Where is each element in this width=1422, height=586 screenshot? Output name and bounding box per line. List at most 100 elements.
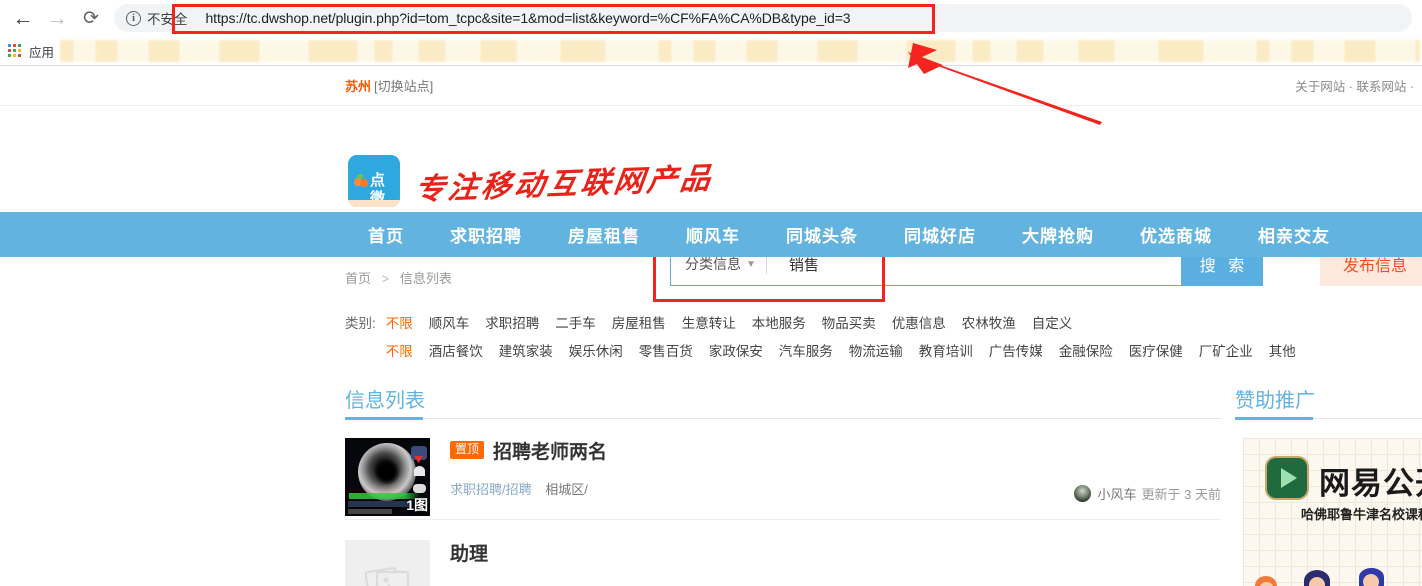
list-section-rule <box>345 418 1221 419</box>
filter-items-secondary: 不限 酒店餐饮 建筑家装 娱乐休闲 零售百货 家政保安 汽车服务 物流运输 教育… <box>386 340 1312 360</box>
nav-item-headlines[interactable]: 同城头条 <box>763 212 881 257</box>
listing-title[interactable]: 招聘老师两名 <box>493 437 607 464</box>
category-filters: 类别: 不限 顺风车 求职招聘 二手车 房屋租售 生意转让 本地服务 物品买卖 … <box>345 312 1305 368</box>
list-item[interactable]: 助理 <box>345 540 1221 586</box>
bookmarks-bar[interactable]: 应用 <box>0 36 1422 66</box>
filter-item-business-transfer[interactable]: 生意转让 <box>682 312 736 332</box>
switch-site-link[interactable]: [切换站点] <box>374 76 433 95</box>
thumbnail-info-bar <box>348 501 412 507</box>
subfilter-item-logistics[interactable]: 物流运输 <box>849 340 903 360</box>
city-selector[interactable]: 苏州 [切换站点] <box>345 66 433 105</box>
listing-body: 助理 <box>450 540 1221 586</box>
site-logo[interactable]: 点微 专注移动互联网产品 <box>348 155 715 207</box>
subfilter-item-hotel-dining[interactable]: 酒店餐饮 <box>429 340 483 360</box>
listing-region[interactable]: 相城区/ <box>545 482 588 497</box>
subfilter-item-other[interactable]: 其他 <box>1269 340 1296 360</box>
reload-icon[interactable]: ⟳ <box>74 1 108 35</box>
list-section-underline <box>345 417 423 420</box>
back-arrow-icon[interactable]: ← <box>6 1 40 35</box>
thumbnail-badge-icon <box>411 446 427 460</box>
subfilter-item-education[interactable]: 教育培训 <box>919 340 973 360</box>
listing-title[interactable]: 助理 <box>450 539 488 566</box>
security-status-label: 不安全 <box>147 12 188 27</box>
filter-item-usedcar[interactable]: 二手车 <box>555 312 596 332</box>
listing-updated: 更新于 3 天前 <box>1141 487 1221 502</box>
sponsor-section-underline <box>1235 417 1313 420</box>
breadcrumb: 首页 > 信息列表 <box>345 268 452 287</box>
subfilter-item-entertainment[interactable]: 娱乐休闲 <box>569 340 623 360</box>
page-content: 苏州 [切换站点] 关于网站 · 联系网站 · 点微 专注移动互联网产品 分类信… <box>0 66 1422 586</box>
status-badge: 置顶 <box>450 441 485 459</box>
nav-item-dating[interactable]: 相亲交友 <box>1235 212 1353 257</box>
listing-category[interactable]: 求职招聘/招聘 <box>450 482 532 497</box>
subfilter-item-retail[interactable]: 零售百货 <box>639 340 693 360</box>
filter-item-agriculture[interactable]: 农林牧渔 <box>962 312 1016 332</box>
listing-divider <box>345 519 1221 520</box>
subfilter-item-all[interactable]: 不限 <box>386 340 413 360</box>
nav-item-jobs[interactable]: 求职招聘 <box>427 212 545 257</box>
main-navigation[interactable]: 首页 求职招聘 房屋租售 顺风车 同城头条 同城好店 大牌抢购 优选商城 相亲交… <box>0 212 1422 257</box>
logo-slogan: 专注移动互联网产品 <box>412 162 716 207</box>
filter-items-primary: 不限 顺风车 求职招聘 二手车 房屋租售 生意转让 本地服务 物品买卖 优惠信息… <box>386 312 1089 332</box>
subfilter-item-auto-services[interactable]: 汽车服务 <box>779 340 833 360</box>
subfilter-item-housekeeping[interactable]: 家政保安 <box>709 340 763 360</box>
listing-author[interactable]: 小风车 <box>1098 484 1137 503</box>
blurred-bookmarks[interactable] <box>60 40 1420 62</box>
address-bar[interactable]: i 不安全 https://tc.dwshop.net/plugin.php?i… <box>114 4 1412 32</box>
listing-title-row: 置顶 招聘老师两名 <box>450 437 1221 464</box>
nav-item-shops[interactable]: 同城好店 <box>881 212 999 257</box>
filter-label: 类别: <box>345 316 376 331</box>
listing-title-row: 助理 <box>450 539 1221 566</box>
nav-list: 首页 求职招聘 房屋租售 顺风车 同城头条 同城好店 大牌抢购 优选商城 相亲交… <box>345 212 1353 257</box>
url-text: https://tc.dwshop.net/plugin.php?id=tom_… <box>205 10 851 26</box>
logo-footer-stripe <box>348 200 400 207</box>
subfilter-item-construction[interactable]: 建筑家装 <box>499 340 553 360</box>
nav-item-mall[interactable]: 优选商城 <box>1117 212 1235 257</box>
filter-item-deals[interactable]: 优惠信息 <box>892 312 946 332</box>
image-placeholder-icon <box>363 566 409 586</box>
nav-item-carpool[interactable]: 顺风车 <box>663 212 763 257</box>
ad-illustration-person <box>1249 574 1301 586</box>
heart-icon <box>414 466 425 476</box>
subfilter-item-industrial[interactable]: 厂矿企业 <box>1199 340 1253 360</box>
filter-item-custom[interactable]: 自定义 <box>1032 312 1073 332</box>
nav-item-housing[interactable]: 房屋租售 <box>545 212 663 257</box>
filter-item-all[interactable]: 不限 <box>386 312 413 332</box>
comment-icon <box>413 484 426 493</box>
ad-brand-name: 网易公开课 <box>1319 466 1422 501</box>
breadcrumb-home[interactable]: 首页 <box>345 271 371 286</box>
subfilter-item-advertising[interactable]: 广告传媒 <box>989 340 1043 360</box>
logo-mark-icon: 点微 <box>348 155 400 207</box>
sponsor-section-title: 赞助推广 <box>1235 390 1315 412</box>
filter-item-goods-trade[interactable]: 物品买卖 <box>822 312 876 332</box>
filter-item-jobs[interactable]: 求职招聘 <box>485 312 539 332</box>
image-count-badge: 1图 <box>406 497 428 513</box>
ad-illustration-person <box>1351 568 1407 586</box>
site-topbar: 苏州 [切换站点] 关于网站 · 联系网站 · <box>0 66 1422 106</box>
listing-thumbnail-placeholder[interactable] <box>345 540 430 586</box>
listing-thumbnail[interactable]: 1图 <box>345 438 430 516</box>
subfilter-item-healthcare[interactable]: 医疗保健 <box>1129 340 1183 360</box>
list-item[interactable]: 1图 置顶 招聘老师两名 求职招聘/招聘 相城区/ 小风车 更新于 3 天前 <box>345 438 1221 516</box>
topbar-links[interactable]: 关于网站 · 联系网站 · <box>1295 66 1414 105</box>
apps-label[interactable]: 应用 <box>29 42 54 61</box>
info-circle-icon[interactable]: i <box>126 10 141 26</box>
filter-item-carpool[interactable]: 顺风车 <box>429 312 470 332</box>
fruit-icon <box>354 174 369 187</box>
sponsor-ad-banner[interactable]: 网易公开课 哈佛耶鲁牛津名校课程 <box>1243 438 1422 586</box>
browser-toolbar: ← → ⟳ i 不安全 https://tc.dwshop.net/plugin… <box>0 0 1422 36</box>
forward-arrow-icon[interactable]: → <box>40 1 74 35</box>
subfilter-item-finance[interactable]: 金融保险 <box>1059 340 1113 360</box>
apps-grid-icon[interactable] <box>8 44 22 58</box>
filter-item-local-services[interactable]: 本地服务 <box>752 312 806 332</box>
thumbnail-footer-bar <box>348 509 392 514</box>
url-input[interactable]: https://tc.dwshop.net/plugin.php?id=tom_… <box>194 4 1411 32</box>
filter-item-housing[interactable]: 房屋租售 <box>612 312 666 332</box>
avatar <box>1073 485 1091 502</box>
breadcrumb-separator: > <box>381 271 390 286</box>
listing-author-block: 小风车 更新于 3 天前 <box>1073 484 1221 503</box>
breadcrumb-current: 信息列表 <box>399 271 452 286</box>
list-section-title: 信息列表 <box>345 390 425 412</box>
nav-item-brands[interactable]: 大牌抢购 <box>999 212 1117 257</box>
nav-item-home[interactable]: 首页 <box>345 212 427 257</box>
